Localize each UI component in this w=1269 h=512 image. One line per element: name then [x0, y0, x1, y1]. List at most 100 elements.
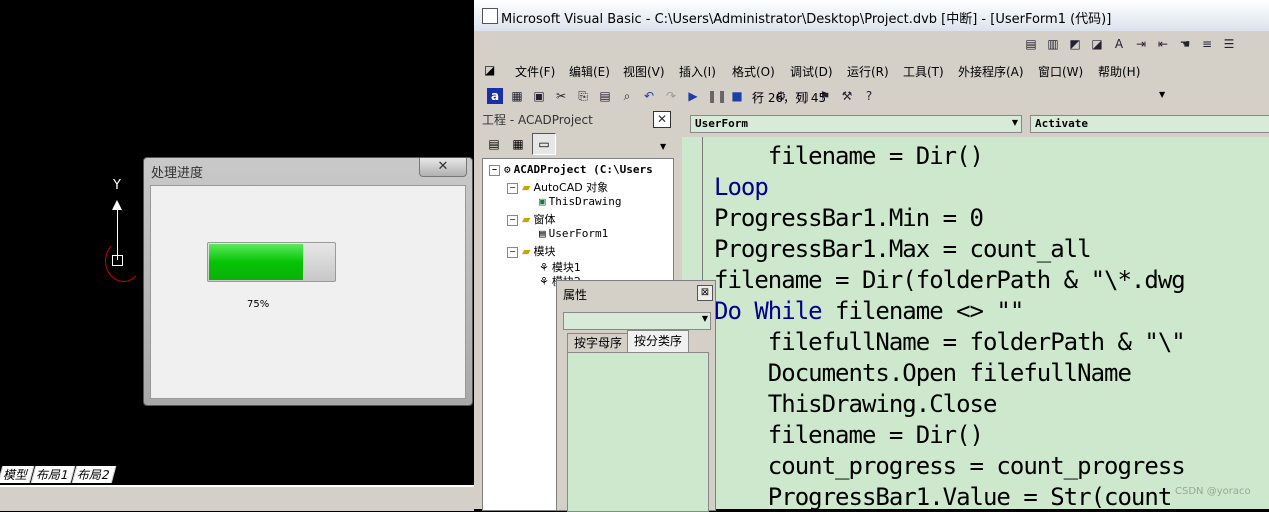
code-text: filename = Dir(folderPath & "\*.dwg: [714, 266, 1186, 294]
project-explorer-close-button[interactable]: ✕: [653, 111, 671, 128]
project-explorer-header: 工程 - ACADProject ✕: [480, 110, 672, 128]
undo-icon[interactable]: ↶: [641, 88, 657, 104]
help-icon[interactable]: ?: [861, 88, 877, 104]
paste-icon[interactable]: ▤: [597, 88, 613, 104]
watermark: CSDN @yoraco: [1175, 486, 1251, 497]
comment-block-icon[interactable]: ≡: [1199, 36, 1215, 52]
code-line[interactable]: filefullName = folderPath & "\": [714, 328, 1186, 356]
tree-item-modules[interactable]: − ▰ 模块: [507, 243, 555, 259]
progress-bar-fill: [209, 244, 303, 280]
code-line[interactable]: count_progress = count_progress: [714, 452, 1186, 480]
menu-run[interactable]: 运行(R): [847, 63, 889, 80]
insert-userform-icon[interactable]: ▦: [509, 88, 525, 104]
code-text: filefullName = folderPath & "\": [767, 328, 1186, 356]
code-line[interactable]: filename = Dir(): [714, 421, 984, 449]
menu-edit[interactable]: 编辑(E): [569, 63, 610, 80]
folder-icon: ▰: [522, 181, 531, 194]
redo-icon[interactable]: ↷: [663, 88, 679, 104]
dialog-close-button[interactable]: ✕: [419, 158, 467, 177]
list-properties-icon[interactable]: ▤: [1023, 36, 1039, 52]
properties-close-button[interactable]: ⊠: [697, 285, 713, 301]
complete-word-icon[interactable]: A: [1111, 36, 1127, 52]
properties-window: 属性 ⊠ ▼ 按字母序 按分类序: [556, 280, 716, 512]
toolbar-options-chevron-icon[interactable]: ▼: [1159, 90, 1165, 99]
code-line[interactable]: filename = Dir(folderPath & "\*.dwg: [714, 266, 1186, 294]
tree-item-userform1[interactable]: ▤ UserForm1: [539, 227, 608, 240]
tab-model[interactable]: 模型: [0, 466, 35, 483]
view-code-icon[interactable]: ▤: [482, 133, 506, 155]
run-icon[interactable]: ▶: [685, 88, 701, 104]
properties-object-combo[interactable]: ▼: [563, 312, 711, 330]
code-editor[interactable]: filename = Dir() Loop ProgressBar1.Min = 0…: [682, 137, 1269, 509]
view-object-icon[interactable]: ▦: [506, 133, 530, 155]
properties-header: 属性 ⊠: [557, 281, 715, 303]
tab-layout1[interactable]: 布局1: [30, 466, 75, 483]
dialog-body: 75%: [150, 185, 466, 399]
code-text: ThisDrawing.Close: [767, 390, 998, 418]
find-icon[interactable]: ⌕: [619, 88, 635, 104]
menu-view[interactable]: 视图(V): [623, 63, 665, 80]
standard-toolbar: a ▦ ▣ ✂ ⎘ ▤ ⌕ ↶ ↷ ▶ ❚❚ ■ ◸ ⚙ ◫ ⚑ ⚒? 行 26，列 45 ▼: [480, 85, 1269, 110]
progress-percent-label: 75%: [247, 299, 270, 310]
drawing-icon: ▣: [539, 195, 546, 208]
menu-file[interactable]: 文件(F): [515, 63, 555, 80]
code-line[interactable]: ProgressBar1.Value = Str(count: [714, 483, 1172, 509]
menu-app-icon[interactable]: ◪: [484, 63, 495, 77]
break-icon[interactable]: ❚❚: [707, 88, 727, 104]
indent-icon[interactable]: ⇥: [1133, 36, 1149, 52]
code-line[interactable]: Loop: [714, 173, 769, 201]
outdent-icon[interactable]: ⇤: [1155, 36, 1171, 52]
tree-item-acadproject[interactable]: − ⚙ ACADProject (C:\Users: [489, 163, 653, 176]
tree-item-autocad-objects[interactable]: − ▰ AutoCAD 对象: [507, 179, 608, 195]
tab-layout2[interactable]: 布局2: [71, 466, 116, 483]
code-line[interactable]: Do While filename <> "": [714, 297, 1024, 325]
copy-icon[interactable]: ⎘: [575, 88, 591, 104]
procedure-combo[interactable]: Activate: [1030, 115, 1269, 133]
object-combo[interactable]: UserForm ▼: [690, 115, 1022, 133]
code-keyword: Do While: [714, 297, 823, 325]
tree-item-forms[interactable]: − ▰ 窗体: [507, 211, 555, 227]
cut-icon[interactable]: ✂: [553, 88, 569, 104]
project-explorer-toolbar: ▤ ▦ ▭ ▼: [480, 130, 672, 158]
properties-grid[interactable]: [567, 352, 709, 512]
chevron-down-icon: ▼: [701, 314, 708, 323]
reset-icon[interactable]: ■: [729, 88, 745, 104]
menu-window[interactable]: 窗口(W): [1038, 63, 1083, 80]
menu-debug[interactable]: 调试(D): [790, 63, 833, 80]
menu-tools[interactable]: 工具(T): [903, 63, 944, 80]
code-line[interactable]: Documents.Open filefullName: [714, 359, 1132, 387]
code-line[interactable]: ProgressBar1.Max = count_all: [714, 235, 1092, 263]
project-icon: ⚙: [504, 163, 511, 176]
code-line[interactable]: ProgressBar1.Min = 0: [714, 204, 984, 232]
quick-info-icon[interactable]: ◩: [1067, 36, 1083, 52]
save-icon[interactable]: ▣: [531, 88, 547, 104]
project-explorer-title: 工程 - ACADProject: [482, 113, 593, 127]
list-constants-icon[interactable]: ▥: [1045, 36, 1061, 52]
dialog-title: 处理进度: [151, 166, 204, 181]
folder-icon: ▰: [522, 245, 531, 258]
hand-icon[interactable]: ☚: [1177, 36, 1193, 52]
tab-alphabetic[interactable]: 按字母序: [567, 333, 629, 353]
object-combo-value: UserForm: [695, 117, 748, 130]
code-text: ProgressBar1.Max = count_all: [714, 235, 1092, 263]
uncomment-block-icon[interactable]: ☰: [1221, 36, 1237, 52]
menu-help[interactable]: 帮助(H): [1098, 63, 1140, 80]
tab-categorized[interactable]: 按分类序: [627, 330, 689, 353]
parameter-info-icon[interactable]: ◪: [1089, 36, 1105, 52]
toggle-folders-icon[interactable]: ▭: [532, 133, 556, 155]
menu-insert[interactable]: 插入(I): [679, 63, 716, 80]
code-line[interactable]: ThisDrawing.Close: [714, 390, 998, 418]
code-line[interactable]: filename = Dir(): [714, 142, 984, 170]
module-icon: ⚘: [539, 275, 549, 288]
project-toolbar-chevron-icon[interactable]: ▼: [660, 142, 666, 151]
code-window: UserForm ▼ Activate filename = Dir() Loop…: [680, 110, 1269, 509]
menu-addins[interactable]: 外接程序(A): [958, 63, 1024, 80]
toolbox-icon[interactable]: ⚒: [839, 88, 855, 104]
tree-item-thisdrawing[interactable]: ▣ ThisDrawing: [539, 195, 621, 208]
autocad-icon[interactable]: a: [487, 88, 503, 104]
menu-format[interactable]: 格式(O): [732, 63, 775, 80]
